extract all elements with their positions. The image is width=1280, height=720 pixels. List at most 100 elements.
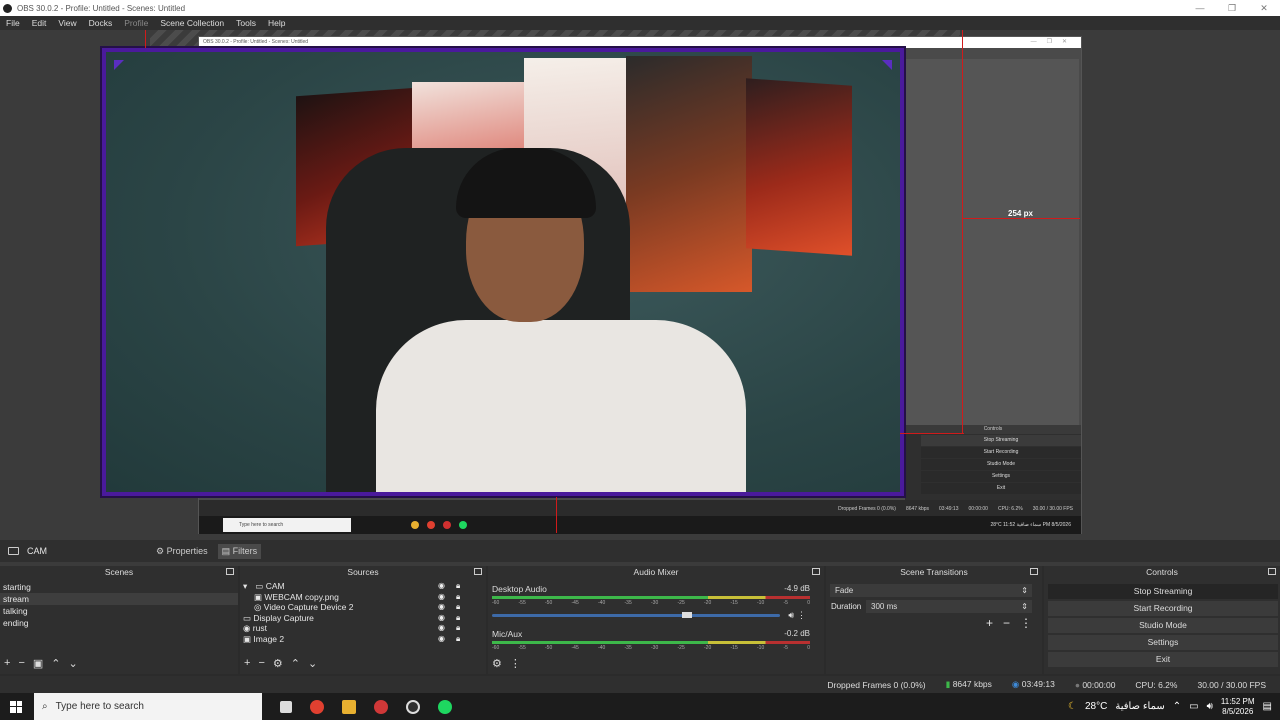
stop-streaming-button[interactable]: Stop Streaming — [1048, 584, 1278, 599]
volume-icon[interactable]: 🔊︎ — [1207, 701, 1213, 712]
move-down-button[interactable]: ⌄ — [308, 657, 317, 670]
scene-item[interactable]: stream — [0, 593, 238, 605]
properties-button[interactable]: ⚙ Properties — [152, 544, 212, 559]
restore-button[interactable]: ❐ — [1216, 0, 1248, 16]
scene-filter-button[interactable]: ▣ — [33, 657, 43, 670]
task-view-icon[interactable] — [280, 700, 292, 713]
frame-corner-icon — [114, 60, 124, 70]
popout-icon[interactable] — [474, 568, 482, 575]
remove-source-button[interactable]: − — [258, 657, 264, 670]
start-recording-button[interactable]: Start Recording — [1048, 601, 1278, 616]
lock-icon[interactable]: 🔒︎ — [456, 582, 464, 590]
source-settings-button[interactable]: ⚙ — [273, 657, 283, 670]
volume-knob[interactable] — [682, 612, 693, 618]
lock-icon[interactable]: 🔒︎ — [456, 613, 464, 622]
eye-icon[interactable]: ◉ — [438, 592, 446, 601]
nested-exit: Exit — [921, 483, 1081, 494]
lock-icon[interactable]: 🔒︎ — [456, 592, 464, 601]
spotify-icon[interactable] — [438, 699, 452, 714]
source-item[interactable]: ◉ rust ◉ 🔒︎ — [240, 623, 486, 634]
move-up-button[interactable]: ⌃ — [291, 657, 300, 670]
guide-line — [145, 30, 146, 48]
transition-more-icon[interactable]: ⋮ — [1020, 616, 1032, 630]
add-scene-button[interactable]: + — [4, 657, 10, 670]
filters-button[interactable]: ▤ Filters — [217, 543, 262, 559]
weather-text: سماء صافية — [1115, 701, 1165, 712]
volume-meter — [492, 596, 810, 599]
scene-item[interactable]: ending — [0, 617, 238, 629]
speaker-icon[interactable]: 🔊︎ — [788, 610, 794, 621]
bitrate: ▮ 8647 kbps — [945, 679, 992, 689]
menu-scene-collection[interactable]: Scene Collection — [160, 18, 224, 28]
transition-select[interactable]: Fade ⇕ — [830, 584, 1032, 597]
poster-panel — [626, 56, 752, 292]
popout-icon[interactable] — [1268, 568, 1276, 575]
chrome-icon[interactable] — [310, 699, 324, 714]
close-button[interactable]: ✕ — [1248, 0, 1280, 16]
obs-icon[interactable] — [406, 699, 420, 714]
lock-icon[interactable]: 🔒︎ — [456, 624, 464, 632]
scenes-list: starting stream talking ending — [0, 581, 238, 629]
file-explorer-icon[interactable] — [342, 699, 356, 714]
menu-file[interactable]: File — [6, 18, 20, 28]
studio-mode-button[interactable]: Studio Mode — [1048, 618, 1278, 633]
exit-button[interactable]: Exit — [1048, 652, 1278, 667]
lock-icon[interactable]: 🔒︎ — [456, 603, 464, 611]
status-bar: Dropped Frames 0 (0.0%) ▮ 8647 kbps ◉ 03… — [0, 676, 1280, 693]
duration-label: Duration — [831, 602, 862, 611]
taskbar: ⌕ Type here to search ☾ 28°C سماء صافية ⌃… — [0, 693, 1280, 720]
mixer-settings-icon[interactable]: ⚙ — [492, 657, 502, 670]
remove-transition-button[interactable]: − — [1003, 616, 1010, 630]
menu-tools[interactable]: Tools — [236, 18, 256, 28]
meter-ticks: -60 -55 -50 -45 -40 -35 -30 -25 -20 -15 -10 -5 0 — [492, 645, 810, 651]
menu-help[interactable]: Help — [268, 18, 285, 28]
notification-icon[interactable]: ▤ — [1263, 701, 1272, 712]
minimize-button[interactable]: — — [1184, 0, 1216, 16]
source-item[interactable]: ▭ Display Capture ◉ 🔒︎ — [240, 613, 486, 624]
volume-meter — [492, 641, 810, 644]
duration-input[interactable]: 300 ms ⇕ — [866, 600, 1032, 613]
person-shirt — [376, 320, 746, 492]
source-item[interactable]: ▣ WEBCAM copy.png ◉ 🔒︎ — [240, 592, 486, 603]
taskbar-search[interactable]: ⌕ Type here to search — [34, 693, 262, 720]
source-item[interactable]: ◎ Video Capture Device 2 ◉ 🔒︎ — [240, 602, 486, 613]
settings-button[interactable]: Settings — [1048, 635, 1278, 650]
mixer-channel-desktop: Desktop Audio -4.9 dB -60 -55 -50 -45 -40 -35… — [492, 584, 810, 621]
volume-slider[interactable] — [492, 612, 780, 618]
window-title: OBS 30.0.2 - Profile: Untitled - Scenes:… — [17, 3, 186, 13]
cpu-usage: CPU: 6.2% — [1135, 679, 1178, 690]
more-icon[interactable]: ⋮ — [797, 610, 806, 621]
clock[interactable]: 11:52 PM 8/5/2026 — [1221, 697, 1255, 717]
nested-chrome-icon — [427, 521, 435, 529]
lock-icon[interactable]: 🔒︎ — [456, 634, 464, 643]
source-item[interactable]: ▾ ▭ CAM ◉ 🔒︎ — [240, 581, 486, 592]
eye-icon[interactable]: ◉ — [438, 603, 446, 611]
nested-studio-mode: Studio Mode — [921, 459, 1081, 470]
remove-scene-button[interactable]: − — [18, 657, 24, 670]
eye-icon[interactable]: ◉ — [438, 624, 446, 632]
network-icon[interactable]: ▭ — [1189, 701, 1198, 712]
tray-chevron-icon[interactable]: ⌃ — [1173, 701, 1181, 712]
menu-docks[interactable]: Docks — [89, 18, 113, 28]
menu-view[interactable]: View — [58, 18, 76, 28]
popout-icon[interactable] — [1030, 568, 1038, 575]
move-down-button[interactable]: ⌄ — [69, 657, 78, 670]
menu-edit[interactable]: Edit — [32, 18, 47, 28]
scene-item[interactable]: talking — [0, 605, 238, 617]
chrome-profile-icon[interactable] — [374, 699, 388, 714]
eye-icon[interactable]: ◉ — [438, 634, 446, 643]
popout-icon[interactable] — [812, 568, 820, 575]
nested-title: OBS 30.0.2 - Profile: Untitled - Scenes:… — [199, 37, 1081, 48]
scene-item[interactable]: starting — [0, 581, 238, 593]
eye-icon[interactable]: ◉ — [438, 613, 446, 622]
mixer-more-icon[interactable]: ⋮ — [510, 657, 521, 670]
add-source-button[interactable]: + — [244, 657, 250, 670]
source-item[interactable]: ▣ Image 2 ◉ 🔒︎ — [240, 634, 486, 645]
menu-profile[interactable]: Profile — [124, 18, 148, 28]
move-up-button[interactable]: ⌃ — [51, 657, 60, 670]
eye-icon[interactable]: ◉ — [438, 582, 446, 590]
windows-start-icon[interactable] — [10, 700, 22, 713]
webcam-source[interactable] — [102, 48, 904, 496]
add-transition-button[interactable]: + — [986, 616, 993, 630]
popout-icon[interactable] — [226, 568, 234, 575]
